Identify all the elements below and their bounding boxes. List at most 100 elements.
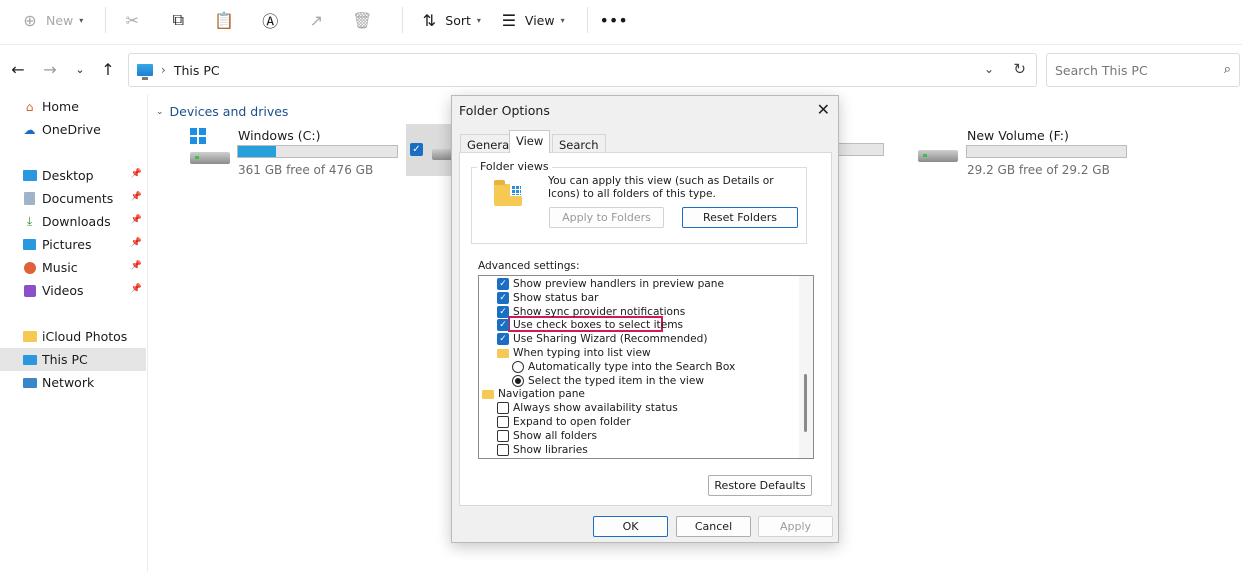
sidebar-item-this-pc[interactable]: This PC [0, 348, 146, 371]
setting-row[interactable]: When typing into list view [497, 346, 651, 360]
setting-checkbox[interactable] [497, 443, 509, 456]
grid-view-icon [510, 184, 522, 196]
sidebar-item-label: Pictures [42, 237, 92, 252]
recent-locations-button[interactable]: ⌄ [68, 57, 92, 81]
share-button[interactable]: ↗ [300, 4, 332, 36]
drive-usage-bar [237, 145, 398, 158]
pin-icon[interactable]: 📌 [131, 192, 142, 202]
checkmark-icon[interactable]: ✓ [410, 143, 423, 156]
forward-button[interactable]: → [38, 57, 62, 81]
pin-icon[interactable]: 📌 [131, 284, 142, 294]
delete-button[interactable]: 🗑 [346, 4, 378, 36]
sidebar-item-network[interactable]: Network [0, 371, 146, 394]
apply-to-folders-button[interactable]: Apply to Folders [549, 207, 664, 228]
documents-icon [22, 192, 37, 206]
rename-icon: Ⓐ [262, 12, 279, 31]
setting-row[interactable]: ✓ Show sync provider notifications [497, 305, 685, 319]
view-button[interactable]: ☰ View ▾ [493, 4, 571, 36]
tab-search[interactable]: Search [552, 134, 606, 153]
setting-label: Automatically type into the Search Box [528, 360, 736, 373]
cancel-button[interactable]: Cancel [676, 516, 751, 537]
setting-row[interactable]: ✓ Show preview handlers in preview pane [497, 277, 724, 291]
drive-windows-c[interactable]: Windows (C:) 361 GB free of 476 GB [190, 126, 400, 178]
scrollbar[interactable] [799, 276, 813, 458]
sidebar-item-onedrive[interactable]: ☁ OneDrive [0, 118, 146, 141]
navigation-pane: ⌂ Home ☁ OneDrive Desktop 📌 Documents 📌 … [0, 94, 148, 572]
setting-row[interactable]: Show all folders [497, 429, 597, 443]
cut-button[interactable]: ✂ [116, 4, 148, 36]
sidebar-item-icloud-photos[interactable]: iCloud Photos [0, 325, 146, 348]
scrollbar-thumb[interactable] [804, 374, 807, 432]
setting-checkbox[interactable]: ✓ [497, 278, 509, 290]
pin-icon[interactable]: 📌 [131, 215, 142, 225]
setting-label: Show all folders [513, 429, 597, 442]
setting-checkbox[interactable] [497, 402, 509, 415]
sidebar-item-documents[interactable]: Documents 📌 [0, 187, 146, 210]
address-bar[interactable]: › This PC ⌄ ↻ [128, 53, 1037, 87]
apply-button[interactable]: Apply [758, 516, 833, 537]
sidebar-item-downloads[interactable]: ⤓ Downloads 📌 [0, 210, 146, 233]
setting-row[interactable]: ✓ Use Sharing Wizard (Recommended) [497, 332, 708, 346]
setting-row[interactable]: Always show availability status [497, 401, 678, 415]
pin-icon[interactable]: 📌 [131, 238, 142, 248]
setting-row[interactable]: Expand to open folder [497, 415, 631, 429]
setting-row[interactable]: ✓ Show status bar [497, 291, 598, 305]
ellipsis-icon: ••• [599, 10, 628, 30]
search-icon[interactable]: ⌕ [1224, 62, 1231, 77]
advanced-settings-list[interactable]: ✓ Show preview handlers in preview pane ✓ S… [478, 275, 814, 459]
folder-icon [482, 389, 494, 399]
breadcrumb-this-pc[interactable]: This PC [174, 63, 220, 78]
sort-button[interactable]: ⇅ Sort ▾ [413, 4, 487, 36]
setting-checkbox[interactable]: ✓ [497, 319, 509, 332]
folder-views-description: You can apply this view (such as Details… [548, 175, 774, 200]
setting-radio[interactable] [512, 360, 524, 373]
advanced-settings-label: Advanced settings: [478, 260, 580, 272]
setting-row[interactable]: Show libraries [497, 443, 588, 457]
rename-button[interactable]: Ⓐ [254, 4, 286, 36]
sidebar-item-pictures[interactable]: Pictures 📌 [0, 233, 146, 256]
desktop-icon [22, 169, 37, 183]
share-icon: ↗ [309, 10, 323, 30]
refresh-icon[interactable]: ↻ [1013, 60, 1026, 78]
sidebar-item-home[interactable]: ⌂ Home [0, 95, 146, 118]
copy-button[interactable]: ⧉ [162, 4, 194, 36]
setting-checkbox[interactable]: ✓ [497, 333, 509, 346]
group-header-devices[interactable]: ⌄ Devices and drives [156, 104, 288, 119]
back-button[interactable]: ← [6, 57, 30, 81]
setting-row[interactable]: Automatically type into the Search Box [512, 360, 735, 374]
search-input[interactable]: Search This PC ⌕ [1046, 53, 1240, 87]
pin-icon[interactable]: 📌 [131, 169, 142, 179]
sidebar-item-label: OneDrive [42, 122, 101, 137]
new-button[interactable]: ⊕ New ▾ [14, 4, 89, 36]
sort-label: Sort [445, 12, 471, 28]
toolbar-divider [105, 7, 107, 33]
close-icon[interactable]: ✕ [817, 100, 830, 119]
chevron-down-icon: ⌄ [156, 106, 164, 117]
restore-defaults-button[interactable]: Restore Defaults [708, 475, 812, 496]
address-dropdown-icon[interactable]: ⌄ [984, 62, 994, 76]
pc-icon [22, 353, 37, 367]
up-button[interactable]: ↑ [96, 57, 120, 81]
setting-checkbox[interactable] [497, 429, 509, 442]
setting-row[interactable]: Select the typed item in the view [512, 374, 704, 388]
sidebar-item-desktop[interactable]: Desktop 📌 [0, 164, 146, 187]
reset-folders-button[interactable]: Reset Folders [682, 207, 798, 228]
more-options-button[interactable]: ••• [598, 4, 630, 36]
ok-button[interactable]: OK [593, 516, 668, 537]
setting-checkbox[interactable] [497, 416, 509, 428]
paste-button[interactable]: 📋 [208, 4, 240, 36]
drive-selected-partial[interactable]: ✓ [406, 124, 456, 176]
setting-row[interactable]: ✓ Use check boxes to select items [497, 318, 683, 332]
setting-radio[interactable] [512, 374, 524, 387]
drive-new-volume-f[interactable]: New Volume (F:) 29.2 GB free of 29.2 GB [918, 126, 1130, 178]
setting-label: Navigation pane [498, 388, 585, 401]
setting-row[interactable]: Navigation pane [482, 387, 585, 401]
sidebar-item-label: Music [42, 260, 78, 275]
setting-checkbox[interactable]: ✓ [497, 291, 509, 304]
setting-checkbox[interactable]: ✓ [497, 305, 509, 318]
pin-icon[interactable]: 📌 [131, 261, 142, 271]
plus-circle-icon: ⊕ [23, 10, 37, 30]
sidebar-item-videos[interactable]: Videos 📌 [0, 279, 146, 302]
tab-view[interactable]: View [509, 130, 551, 153]
sidebar-item-music[interactable]: Music 📌 [0, 256, 146, 279]
